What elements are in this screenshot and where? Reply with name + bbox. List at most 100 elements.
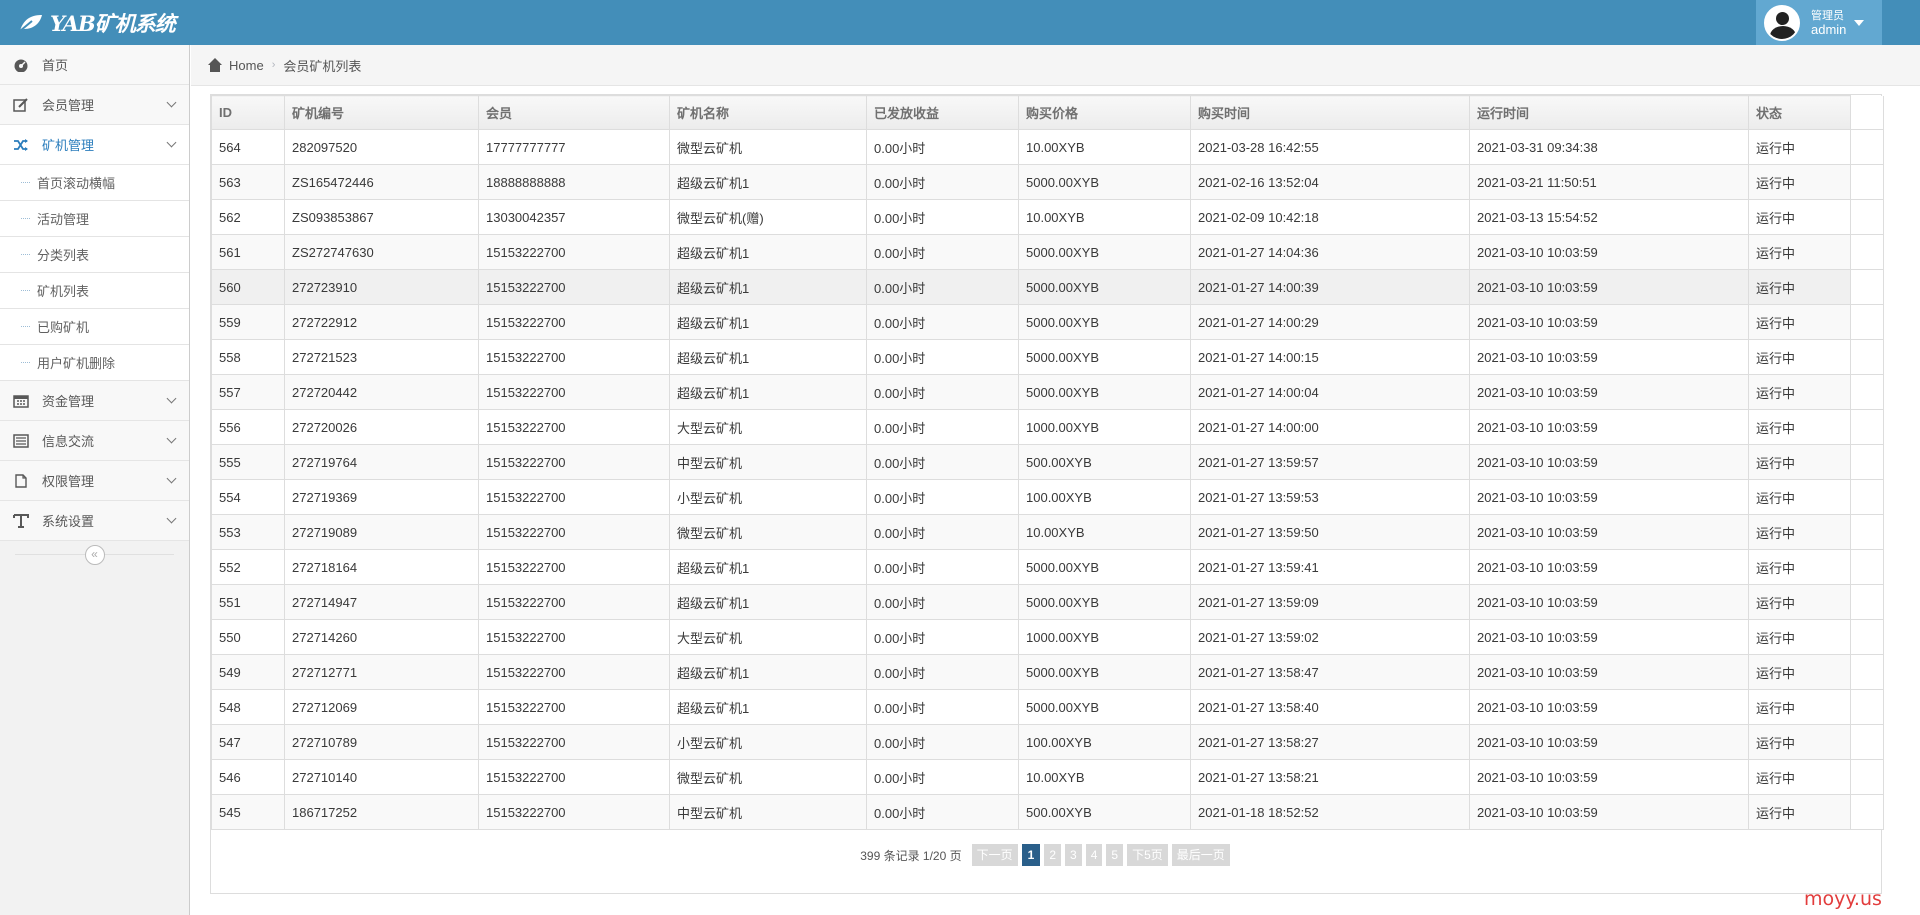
- table-row[interactable]: 563 ZS165472446 18888888888 超级云矿机1 0.00小时 500…: [211, 164, 1884, 200]
- table-row[interactable]: 548 272712069 15153222700 超级云矿机1 0.00小时 5000.…: [211, 689, 1884, 725]
- table-cell: 15153222700: [478, 724, 670, 760]
- next-5-pages-button[interactable]: 下5页: [1127, 844, 1168, 866]
- table-cell: 272714947: [284, 584, 479, 620]
- sidebar-item-members[interactable]: 会员管理: [0, 85, 189, 125]
- table-cell: 10.00XYB: [1018, 759, 1191, 795]
- sidebar-subitem-label: 活动管理: [37, 212, 90, 227]
- table-cell: 550: [211, 619, 285, 655]
- sidebar-subitem-activities[interactable]: 活动管理: [0, 201, 189, 237]
- last-page-button[interactable]: 最后一页: [1171, 844, 1230, 866]
- table-cell: 2021-03-28 16:42:55: [1190, 129, 1470, 165]
- table-cell: 2021-02-16 13:52:04: [1190, 164, 1470, 200]
- table-row[interactable]: 547 272710789 15153222700 小型云矿机 0.00小时 100.00…: [211, 724, 1884, 760]
- table-row[interactable]: 550 272714260 15153222700 大型云矿机 0.00小时 1000.0…: [211, 619, 1884, 655]
- table-cell: 运行中: [1748, 199, 1851, 235]
- table-cell: 2021-03-10 10:03:59: [1469, 514, 1749, 550]
- table-row[interactable]: 561 ZS272747630 15153222700 超级云矿机1 0.00小时 500…: [211, 234, 1884, 270]
- table-cell: 15153222700: [478, 444, 670, 480]
- table-cell: 2021-03-10 10:03:59: [1469, 374, 1749, 410]
- table-cell: 2021-03-10 10:03:59: [1469, 479, 1749, 515]
- chevron-down-icon: [166, 513, 177, 524]
- sidebar-subitem-categories[interactable]: 分类列表: [0, 237, 189, 273]
- row-spacer: [1850, 199, 1884, 235]
- page-4-button[interactable]: 4: [1085, 844, 1103, 866]
- table-cell: 272710140: [284, 759, 479, 795]
- table-cell: 10.00XYB: [1018, 514, 1191, 550]
- pagination: 399 条记录 1/20 页 下一页 1 2 3 4 5 下5页 最后一页: [210, 839, 1882, 871]
- sidebar-item-funds[interactable]: 资金管理: [0, 381, 189, 421]
- table-row[interactable]: 545 186717252 15153222700 中型云矿机 0.00小时 500.00…: [211, 794, 1884, 830]
- table-row[interactable]: 558 272721523 15153222700 超级云矿机1 0.00小时 5000.…: [211, 339, 1884, 375]
- table-row[interactable]: 562 ZS093853867 13030042357 微型云矿机(赠) 0.00小时 1…: [211, 199, 1884, 235]
- sidebar-item-label: 会员管理: [42, 98, 95, 113]
- user-menu[interactable]: 管理员 admin: [1756, 0, 1882, 45]
- table-row[interactable]: 564 282097520 17777777777 微型云矿机 0.00小时 10.00X…: [211, 129, 1884, 165]
- table-row[interactable]: 552 272718164 15153222700 超级云矿机1 0.00小时 5000.…: [211, 549, 1884, 585]
- sidebar-item-home[interactable]: 首页: [0, 45, 189, 85]
- table-cell: 2021-01-18 18:52:52: [1190, 794, 1470, 830]
- table-cell: 0.00小时: [866, 304, 1019, 340]
- sidebar-item-settings[interactable]: 系统设置: [0, 501, 189, 541]
- page-3-button[interactable]: 3: [1065, 844, 1082, 866]
- table-row[interactable]: 553 272719089 15153222700 微型云矿机 0.00小时 10.00X…: [211, 514, 1884, 550]
- table-cell: 0.00小时: [866, 514, 1019, 550]
- page-1-button[interactable]: 1: [1021, 844, 1041, 866]
- table-row[interactable]: 549 272712771 15153222700 超级云矿机1 0.00小时 5000.…: [211, 654, 1884, 690]
- sidebar-item-messages[interactable]: 信息交流: [0, 421, 189, 461]
- table-cell: 2021-03-10 10:03:59: [1469, 339, 1749, 375]
- sidebar-item-permissions[interactable]: 权限管理: [0, 461, 189, 501]
- table-row[interactable]: 554 272719369 15153222700 小型云矿机 0.00小时 100.00…: [211, 479, 1884, 515]
- table-cell: 0.00小时: [866, 444, 1019, 480]
- table-row[interactable]: 556 272720026 15153222700 大型云矿机 0.00小时 1000.0…: [211, 409, 1884, 445]
- table-cell: 2021-03-10 10:03:59: [1469, 619, 1749, 655]
- table-cell: 2021-01-27 13:59:53: [1190, 479, 1470, 515]
- sidebar-subitem-purchased[interactable]: 已购矿机: [0, 309, 189, 345]
- file-icon: [12, 473, 30, 489]
- page-2-button[interactable]: 2: [1044, 844, 1061, 866]
- row-spacer: [1850, 269, 1884, 305]
- sidebar-subitem-banner[interactable]: 首页滚动横幅: [0, 165, 189, 201]
- table-cell: 15153222700: [478, 759, 670, 795]
- row-spacer: [1850, 759, 1884, 795]
- table-cell: 2021-03-10 10:03:59: [1469, 689, 1749, 725]
- record-count: 399 条记录 1/20 页: [860, 848, 962, 863]
- column-header: ID: [211, 95, 285, 130]
- table-cell: 557: [211, 374, 285, 410]
- row-spacer: [1850, 409, 1884, 445]
- table-cell: 超级云矿机1: [669, 164, 867, 200]
- table-cell: 15153222700: [478, 304, 670, 340]
- table-cell: 17777777777: [478, 129, 670, 165]
- table-cell: 0.00小时: [866, 759, 1019, 795]
- table-cell: 545: [211, 794, 285, 830]
- row-spacer: [1850, 339, 1884, 375]
- table-row[interactable]: 551 272714947 15153222700 超级云矿机1 0.00小时 5000.…: [211, 584, 1884, 620]
- table-cell: 15153222700: [478, 549, 670, 585]
- table-cell: 1000.00XYB: [1018, 409, 1191, 445]
- table-cell: 0.00小时: [866, 269, 1019, 305]
- table-cell: 272719089: [284, 514, 479, 550]
- collapse-sidebar-button[interactable]: «: [84, 545, 105, 565]
- sidebar-subitem-miner-list[interactable]: 矿机列表: [0, 273, 189, 309]
- table-cell: 2021-01-27 14:00:39: [1190, 269, 1470, 305]
- table-cell: 546: [211, 759, 285, 795]
- dashboard-icon: [12, 57, 30, 73]
- page-5-button[interactable]: 5: [1106, 844, 1124, 866]
- table-cell: 0.00小时: [866, 374, 1019, 410]
- table-row[interactable]: 557 272720442 15153222700 超级云矿机1 0.00小时 5000.…: [211, 374, 1884, 410]
- row-spacer: [1850, 444, 1884, 480]
- table-cell: 551: [211, 584, 285, 620]
- table-row[interactable]: 555 272719764 15153222700 中型云矿机 0.00小时 500.00…: [211, 444, 1884, 480]
- table-cell: 272712069: [284, 689, 479, 725]
- watermark: moyy.us: [1804, 888, 1882, 910]
- table-cell: 0.00小时: [866, 129, 1019, 165]
- brand-logo[interactable]: YAB矿机系统: [18, 9, 176, 37]
- prev-page-button[interactable]: 下一页: [971, 844, 1018, 866]
- table-cell: 562: [211, 199, 285, 235]
- leaf-icon: [19, 15, 42, 32]
- sidebar-subitem-user-delete[interactable]: 用户矿机删除: [0, 345, 189, 381]
- table-row[interactable]: 560 272723910 15153222700 超级云矿机1 0.00小时 5000.…: [211, 269, 1884, 305]
- sidebar-item-miners[interactable]: 矿机管理: [0, 125, 189, 165]
- breadcrumb-home-link[interactable]: Home: [229, 58, 264, 73]
- table-row[interactable]: 546 272710140 15153222700 微型云矿机 0.00小时 10.00X…: [211, 759, 1884, 795]
- table-row[interactable]: 559 272722912 15153222700 超级云矿机1 0.00小时 5000.…: [211, 304, 1884, 340]
